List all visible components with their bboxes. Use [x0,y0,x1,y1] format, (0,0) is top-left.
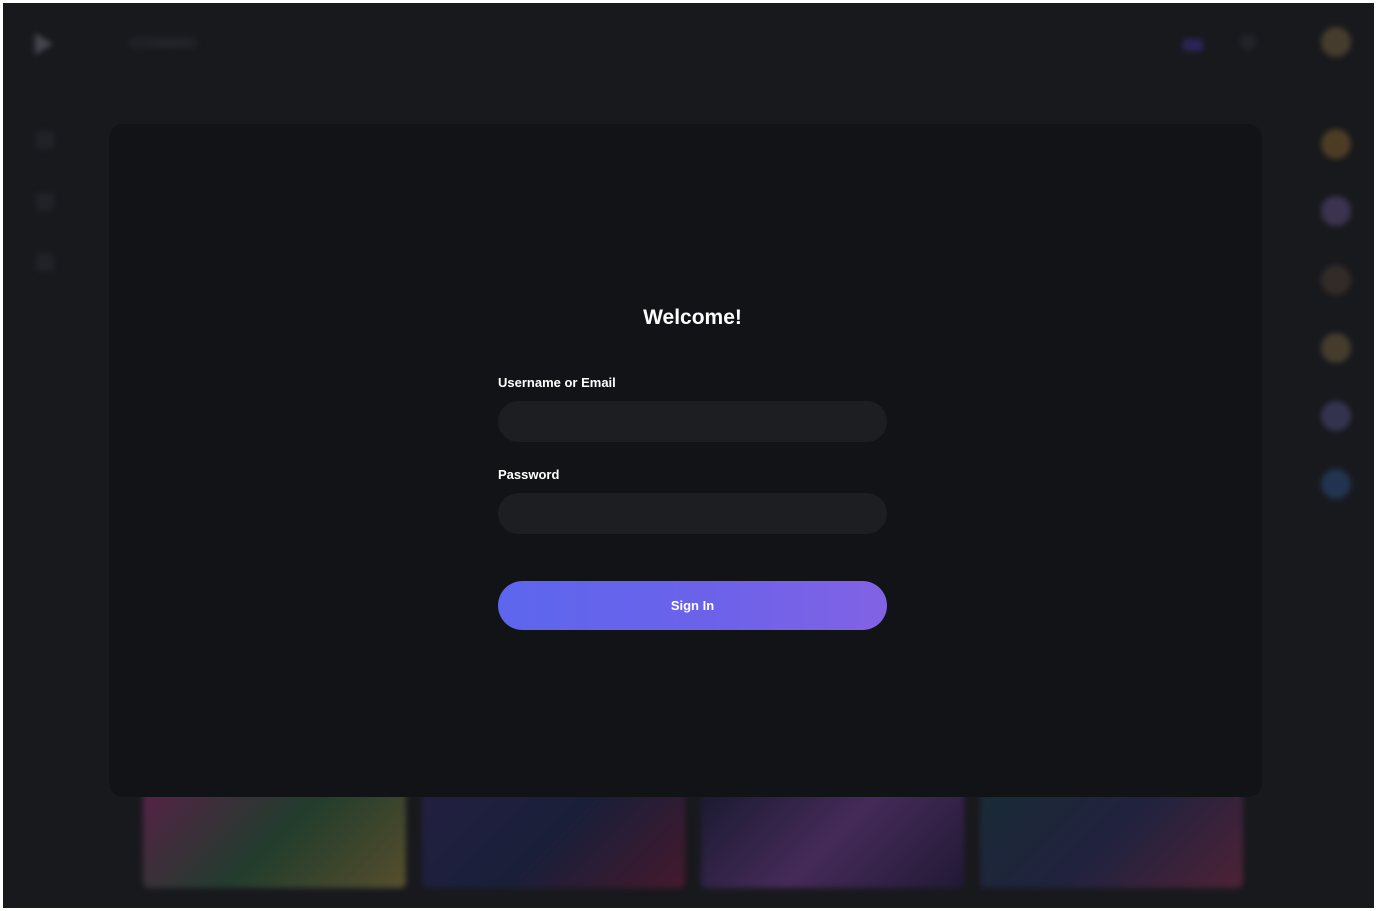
background-badge-icon [1183,39,1203,51]
background-top-bar: Search [3,3,1374,83]
login-form: Welcome! Username or Email Password Sign… [498,302,887,630]
background-nav-icon [36,193,54,211]
background-search-text: Search [153,37,188,49]
background-thumbnail-row [143,788,1243,898]
background-avatar [1321,333,1351,363]
background-thumbnail [701,788,964,888]
play-logo-icon [35,33,53,55]
background-nav-icon [36,131,54,149]
password-label: Password [498,467,560,482]
background-avatar [1321,469,1351,499]
background-nav-icon [36,253,54,271]
background-action-icon [1238,32,1258,52]
background-avatar [1321,27,1351,57]
background-thumbnail [143,788,406,888]
background-thumbnail [422,788,685,888]
sign-in-button[interactable]: Sign In [498,581,887,630]
welcome-title: Welcome! [643,306,742,329]
app-window: Search Welcome! Username or Email Passwo… [3,3,1374,908]
login-modal: Welcome! Username or Email Password Sign… [109,124,1262,797]
username-input[interactable] [498,401,887,442]
background-avatar [1321,129,1351,159]
password-input[interactable] [498,493,887,534]
username-label: Username or Email [498,375,616,390]
background-thumbnail [980,788,1243,888]
background-avatar [1321,196,1351,226]
background-avatar [1321,401,1351,431]
background-avatar [1321,265,1351,295]
